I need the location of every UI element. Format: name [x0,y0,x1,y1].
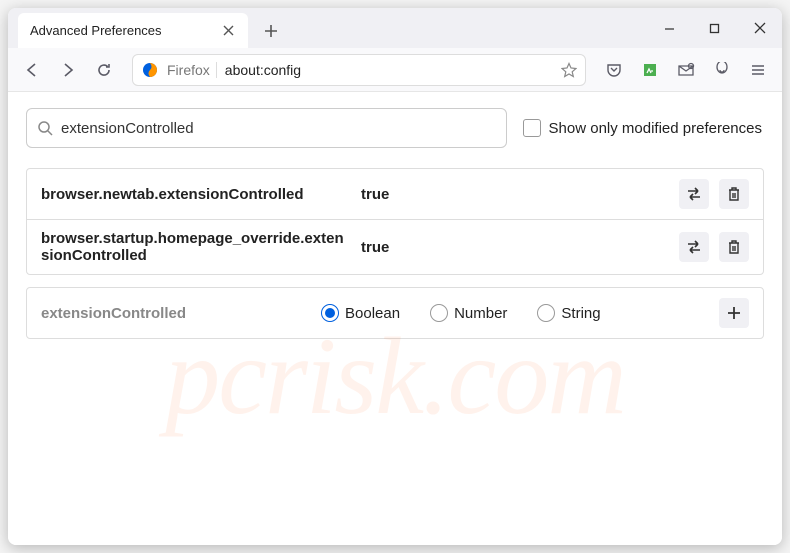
url-text: about:config [225,62,553,78]
radio-label: Boolean [345,305,400,322]
mail-icon[interactable] [670,54,702,86]
browser-tab[interactable]: Advanced Preferences [18,13,248,48]
toolbar: Firefox about:config [8,48,782,92]
preference-name: browser.newtab.extensionControlled [41,186,351,203]
preference-list: browser.newtab.extensionControlled true … [26,168,764,275]
toggle-button[interactable] [679,232,709,262]
new-preference-name: extensionControlled [41,305,311,322]
preference-value: true [361,186,669,203]
radio-label: String [561,305,600,322]
checkbox-icon [523,119,541,137]
preference-value: true [361,239,669,256]
minimize-button[interactable] [647,8,692,48]
address-bar[interactable]: Firefox about:config [132,54,586,86]
radio-icon [430,304,448,322]
content-area: pcrisk.com Show only modified preference… [8,92,782,545]
radio-string[interactable]: String [537,304,600,322]
add-button[interactable] [719,298,749,328]
close-tab-icon[interactable] [220,23,236,39]
close-window-button[interactable] [737,8,782,48]
preference-row: browser.startup.homepage_override.extens… [27,220,763,274]
search-row: Show only modified preferences [26,108,764,148]
forward-button[interactable] [52,54,84,86]
toggle-button[interactable] [679,179,709,209]
browser-window: Advanced Preferences [8,8,782,545]
delete-button[interactable] [719,179,749,209]
extension-icon[interactable] [634,54,666,86]
titlebar: Advanced Preferences [8,8,782,48]
radio-number[interactable]: Number [430,304,507,322]
radio-boolean[interactable]: Boolean [321,304,400,322]
delete-button[interactable] [719,232,749,262]
new-preference-row: extensionControlled Boolean Number Strin… [26,287,764,339]
pocket-icon[interactable] [598,54,630,86]
preference-name: browser.startup.homepage_override.extens… [41,230,351,264]
firefox-label: Firefox [167,62,217,78]
type-radio-group: Boolean Number String [321,304,709,322]
hamburger-menu-icon[interactable] [742,54,774,86]
search-icon [37,120,53,136]
radio-icon [537,304,555,322]
preference-row: browser.newtab.extensionControlled true [27,169,763,220]
firefox-icon [141,61,159,79]
modified-only-label: Show only modified preferences [549,120,762,137]
reload-button[interactable] [88,54,120,86]
radio-icon [321,304,339,322]
search-input[interactable] [61,120,496,137]
modified-only-checkbox[interactable]: Show only modified preferences [523,119,764,137]
shield-icon[interactable] [706,54,738,86]
search-box[interactable] [26,108,507,148]
new-tab-button[interactable] [256,16,286,46]
tab-title: Advanced Preferences [30,23,162,38]
bookmark-star-icon[interactable] [561,62,577,78]
back-button[interactable] [16,54,48,86]
maximize-button[interactable] [692,8,737,48]
radio-label: Number [454,305,507,322]
window-controls [647,8,782,48]
